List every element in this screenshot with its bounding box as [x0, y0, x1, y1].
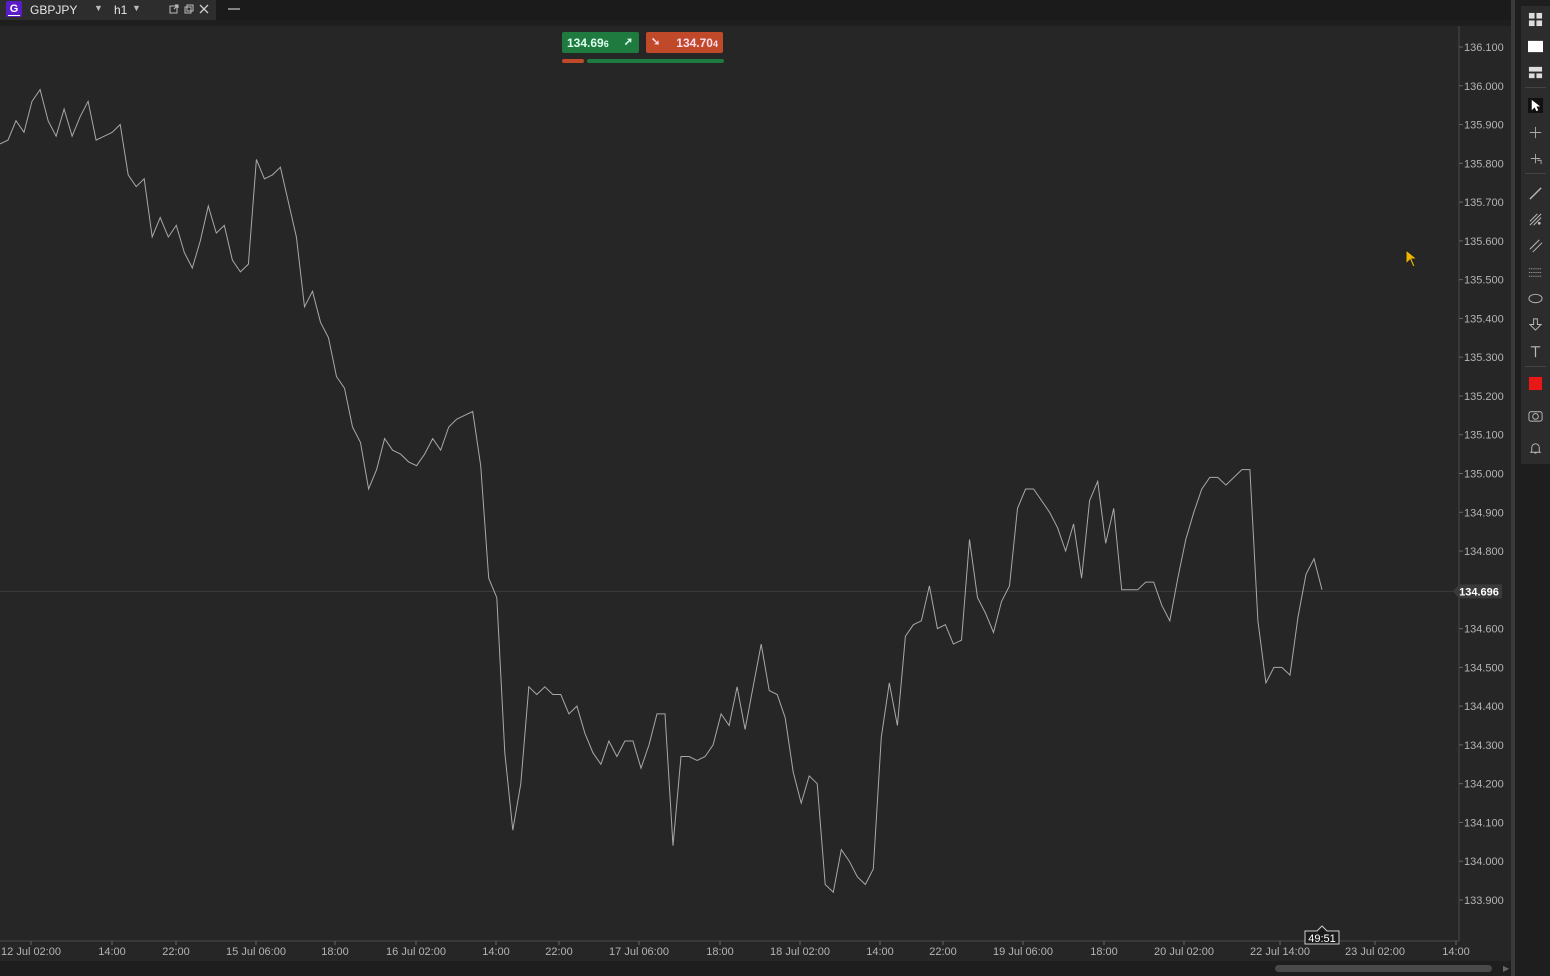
- sell-volume-bar: [562, 59, 584, 63]
- time-axis-label: 18 Jul 02:00: [770, 946, 830, 958]
- time-axis-label: 14:00: [866, 946, 894, 958]
- price-chart[interactable]: 136.100 136.000 135.900 135.800 135.700 135.6…: [0, 26, 1511, 961]
- time-axis-label: 19 Jul 06:00: [993, 946, 1053, 958]
- color-swatch-icon[interactable]: [1528, 376, 1543, 391]
- price-axis-label: 135.900: [1464, 120, 1504, 132]
- symbol-dropdown-icon[interactable]: ▼: [94, 3, 103, 13]
- candle-timer-label: 49:51: [1308, 933, 1336, 945]
- mouse-cursor-icon: [1405, 249, 1419, 268]
- time-axis-label: 18:00: [706, 946, 734, 958]
- toolbar-separator: [1525, 366, 1546, 367]
- symbol-label[interactable]: GBPJPY: [30, 3, 77, 17]
- time-axis-label: 20 Jul 02:00: [1154, 946, 1214, 958]
- time-axis-label: 23 Jul 02:00: [1345, 946, 1405, 958]
- price-axis-label: 134.400: [1464, 701, 1504, 713]
- cursor-icon[interactable]: [1528, 98, 1543, 113]
- price-axis-label: 135.000: [1464, 469, 1504, 481]
- price-axis-label: 135.100: [1464, 430, 1504, 442]
- price-axis-label: 135.200: [1464, 391, 1504, 403]
- time-axis-label: 14:00: [482, 946, 510, 958]
- time-axis-label: 22:00: [162, 946, 190, 958]
- price-axis-label: 134.100: [1464, 817, 1504, 829]
- channel-icon[interactable]: [1528, 238, 1543, 253]
- price-axis-label: 134.600: [1464, 624, 1504, 636]
- buy-ask-button[interactable]: ➘ 134.704: [646, 32, 723, 53]
- toolbar-separator: [1525, 87, 1546, 88]
- detach-icon[interactable]: [168, 3, 180, 15]
- price-axis-label: 134.500: [1464, 662, 1504, 674]
- single-chart-icon[interactable]: [1528, 39, 1543, 54]
- chart-canvas[interactable]: 136.100 136.000 135.900 135.800 135.700 135.6…: [0, 26, 1511, 961]
- price-axis-label: 135.700: [1464, 197, 1504, 209]
- chart-tab-gbpjpy[interactable]: G GBPJPY ▼ h1 ▼: [0, 0, 216, 20]
- ellipse-icon[interactable]: [1528, 291, 1543, 306]
- time-axis-label: 18:00: [1090, 946, 1118, 958]
- text-icon[interactable]: [1528, 344, 1543, 359]
- crosshair-icon[interactable]: [1528, 125, 1543, 140]
- maximize-icon[interactable]: [183, 3, 195, 15]
- price-axis-label: 136.100: [1464, 42, 1504, 54]
- price-axis-label: 134.800: [1464, 546, 1504, 558]
- layout-grid-icon[interactable]: [1528, 12, 1543, 27]
- time-axis-label: 22:00: [929, 946, 957, 958]
- sell-arrow-icon: ➚: [623, 36, 633, 48]
- bid-price: 134.696: [567, 36, 609, 50]
- measure-icon[interactable]: [1528, 151, 1543, 166]
- toolbar-separator: [1525, 173, 1546, 174]
- fibonacci-icon[interactable]: [1528, 212, 1543, 227]
- new-tab-plus-icon[interactable]: [226, 0, 242, 18]
- time-axis-label: 12 Jul 02:00: [1, 946, 61, 958]
- time-axis-label: 14:00: [1442, 946, 1470, 958]
- price-axis-label: 135.800: [1464, 158, 1504, 170]
- price-axis-label: 134.300: [1464, 740, 1504, 752]
- alert-bell-icon[interactable]: [1528, 441, 1543, 456]
- price-axis-label: 134.900: [1464, 507, 1504, 519]
- sell-bid-button[interactable]: 134.696 ➚: [562, 32, 639, 53]
- panel-splitter[interactable]: [1511, 0, 1515, 976]
- timeframe-label[interactable]: h1: [114, 3, 127, 17]
- time-axis-label: 16 Jul 02:00: [386, 946, 446, 958]
- time-axis-label: 22 Jul 14:00: [1250, 946, 1310, 958]
- price-axis-label: 134.000: [1464, 856, 1504, 868]
- tab-bar: G GBPJPY ▼ h1 ▼: [0, 0, 1515, 20]
- time-axis-label: 18:00: [321, 946, 349, 958]
- time-axis-label: 17 Jul 06:00: [609, 946, 669, 958]
- price-axis-label: 135.600: [1464, 236, 1504, 248]
- price-axis-label: 133.900: [1464, 895, 1504, 907]
- horizontal-scrollbar-thumb[interactable]: [1275, 965, 1492, 972]
- price-axis-label: 135.300: [1464, 352, 1504, 364]
- price-line-series: [0, 88, 1323, 894]
- price-axis-label: 135.500: [1464, 275, 1504, 287]
- close-icon[interactable]: [198, 3, 210, 15]
- buy-arrow-icon: ➘: [651, 36, 661, 48]
- time-axis-label: 15 Jul 06:00: [226, 946, 286, 958]
- timeframe-dropdown-icon[interactable]: ▼: [132, 3, 141, 13]
- symbol-badge: G: [6, 1, 22, 17]
- price-axis-label: 134.200: [1464, 779, 1504, 791]
- current-price-label: 134.696: [1459, 586, 1499, 598]
- trendline-icon[interactable]: [1528, 186, 1543, 201]
- levels-icon[interactable]: [1528, 265, 1543, 280]
- ask-price: 134.704: [676, 36, 718, 50]
- scroll-right-arrow-icon[interactable]: ▶: [1503, 964, 1509, 973]
- drawing-toolbar: [1521, 6, 1550, 464]
- time-axis-label: 14:00: [98, 946, 126, 958]
- price-axis-label: 135.400: [1464, 313, 1504, 325]
- price-axis-label: 136.000: [1464, 81, 1504, 93]
- time-axis-label: 22:00: [545, 946, 573, 958]
- split-chart-icon[interactable]: [1528, 65, 1543, 80]
- buy-volume-bar: [587, 59, 724, 63]
- screenshot-icon[interactable]: [1528, 408, 1543, 423]
- arrow-down-icon[interactable]: [1528, 317, 1543, 332]
